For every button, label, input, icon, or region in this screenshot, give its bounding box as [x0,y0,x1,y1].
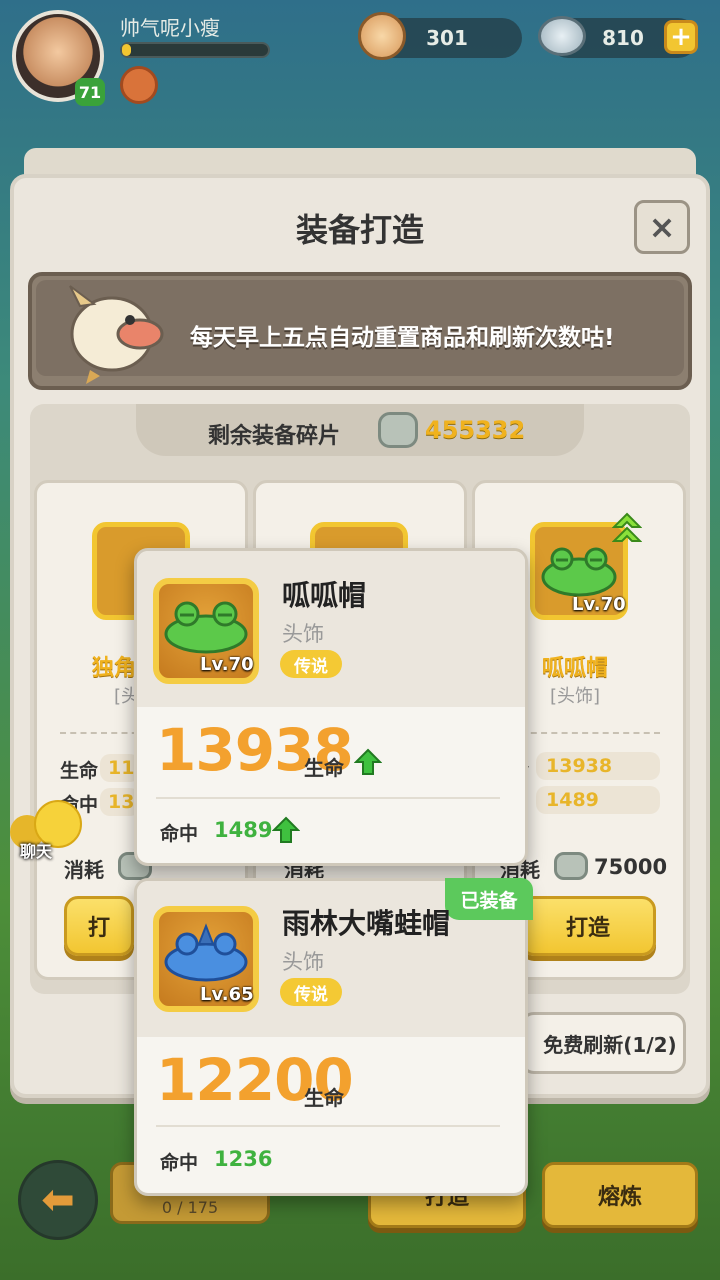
new-item-rarity-badge: 传说 [280,650,342,678]
new-item-divider [156,797,500,799]
card-1-name: 独角 [92,656,137,681]
new-item-sub-label: 命中 [160,823,199,845]
equipped-item-level: Lv.65 [200,984,254,1005]
card-3-name: 呱呱帽 [542,656,609,681]
bottom-smelt-button[interactable]: 熔炼 [542,1162,698,1228]
player-level-badge: 71 [75,78,105,106]
new-item-main-unit: 生命 [304,756,344,780]
equipped-item-sub-value: 1236 [214,1147,273,1171]
pearl-icon [538,16,586,56]
equipped-item-type: 头饰 [282,950,324,974]
player-name: 帅气呢小瘦 [120,16,220,40]
new-item-sub-increase-arrow-icon [272,816,300,843]
new-item-frog-hat-icon [164,601,248,654]
equipped-item-sub-label: 命中 [160,1152,199,1174]
card-3-cost-shard-icon [554,852,588,880]
equipped-item-name: 雨林大嘴蛙帽 [282,907,451,940]
new-item-sub-value: 1489 [214,818,273,842]
collection-progress: 0 / 175 [161,1198,219,1217]
equipped-tag: 已装备 [445,878,533,920]
back-arrow-icon[interactable]: ⬅ [18,1160,98,1240]
shard-label: 剩余装备碎片 [208,424,341,449]
card-1-cost-label: 消耗 [64,858,104,882]
close-button[interactable]: × [634,200,690,254]
shard-value: 455332 [425,416,526,444]
card-3-slot: [头饰] [550,686,601,707]
new-item-name: 呱呱帽 [282,579,367,612]
equipped-item-divider [156,1125,500,1127]
shell-count: 301 [426,26,468,50]
equipped-item-main-unit: 生命 [304,1086,344,1110]
card-3-level: Lv.70 [572,594,626,615]
shard-icon [378,412,418,448]
card-3-stat-1-value: 13938 [536,752,660,780]
card-3-stat-2-value: 1489 [536,786,660,814]
free-refresh-button[interactable]: 免费刷新(1/2) [520,1012,686,1074]
card-3-frog-hat-icon [541,547,617,597]
shell-icon [358,12,406,60]
new-item-type: 头饰 [282,622,324,646]
card-3-cost-value: 75000 [594,855,668,879]
equipped-item-frog-hat-icon [164,923,248,982]
xp-bar-fill [122,44,131,56]
add-currency-button[interactable]: + [664,20,698,54]
card-1-stat-1-label: 生命 [60,760,99,782]
card-3-upgrade-arrow-icon [612,512,642,542]
xp-bar [120,42,270,58]
card-1-craft-button[interactable]: 打 [64,896,134,956]
chat-label[interactable]: 聊天 [20,838,52,862]
new-item-level: Lv.70 [200,654,254,675]
cookie-badge-icon[interactable] [120,66,158,104]
dialog-title: 装备打造 [295,211,424,249]
card-3-craft-button[interactable]: 打造 [520,896,656,956]
bird-mascot-icon [69,285,164,384]
notice-text: 每天早上五点自动重置商品和刷新次数咕! [190,325,615,351]
new-item-main-increase-arrow-icon [354,748,382,775]
pearl-count: 810 [602,26,644,50]
equipped-item-rarity-badge: 传说 [280,978,342,1006]
